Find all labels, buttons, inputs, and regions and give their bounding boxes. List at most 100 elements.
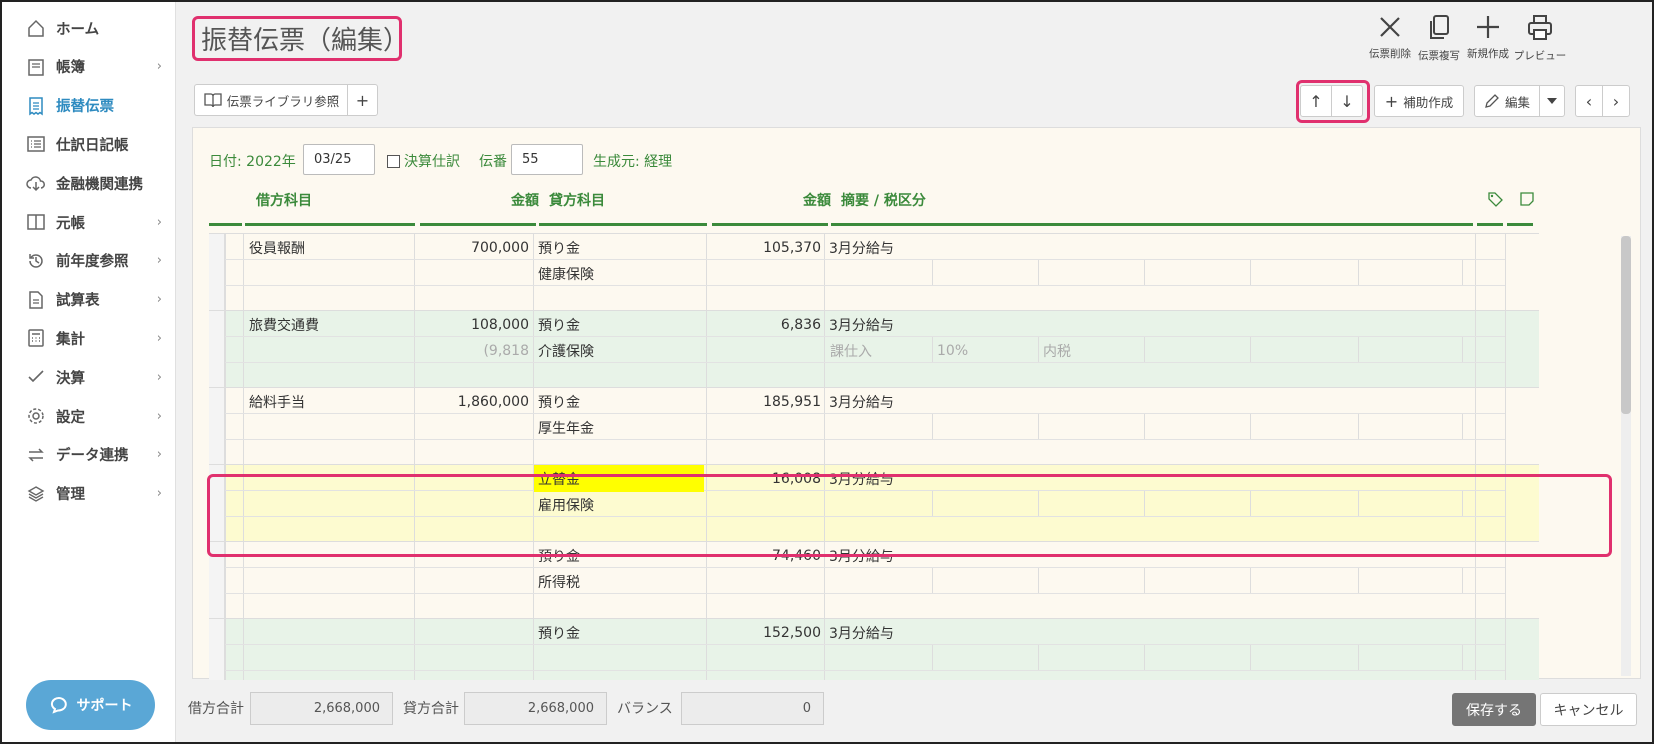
memo-cell[interactable]: 3月分給与 bbox=[825, 465, 1465, 492]
move-down-button[interactable]: ↓ bbox=[1331, 85, 1363, 117]
sidebar-item-0[interactable]: ホーム bbox=[2, 9, 176, 47]
row-handle[interactable] bbox=[209, 311, 225, 388]
sidebar-item-9[interactable]: 決算 › bbox=[2, 358, 176, 396]
checkbox-icon[interactable] bbox=[387, 154, 400, 168]
memo-cell[interactable]: 3月分給与 bbox=[825, 311, 1465, 338]
tax-rate-cell[interactable] bbox=[933, 568, 1037, 595]
tax-rate-cell[interactable] bbox=[933, 260, 1037, 287]
preview-button[interactable]: プレビュー bbox=[1511, 14, 1569, 63]
row-handle[interactable] bbox=[209, 234, 225, 311]
row-handle[interactable] bbox=[209, 465, 225, 542]
debit-account-cell[interactable] bbox=[245, 619, 413, 646]
sidebar-item-1[interactable]: 帳簿 › bbox=[2, 48, 176, 86]
memo-cell[interactable]: 3月分給与 bbox=[825, 234, 1465, 261]
sidebar-item-11[interactable]: データ連携 › bbox=[2, 436, 176, 474]
debit-account-cell[interactable] bbox=[245, 542, 413, 569]
credit-account-cell[interactable]: 預り金 bbox=[534, 311, 704, 338]
tax-category-cell[interactable] bbox=[826, 414, 930, 441]
credit-sub-account-cell[interactable] bbox=[534, 645, 704, 672]
edit-dropdown-button[interactable] bbox=[1539, 85, 1565, 117]
row-handle[interactable] bbox=[209, 619, 225, 680]
voucher-library-button[interactable]: 伝票ライブラリ参照 bbox=[194, 84, 348, 116]
save-button[interactable]: 保存する bbox=[1452, 693, 1536, 726]
move-up-button[interactable]: ↑ bbox=[1300, 85, 1332, 117]
credit-sub-account-cell[interactable]: 健康保険 bbox=[534, 260, 704, 287]
debit-amount-cell[interactable] bbox=[415, 619, 533, 646]
credit-sub-account-cell[interactable]: 介護保険 bbox=[534, 337, 704, 364]
sidebar-item-12[interactable]: 管理 › bbox=[2, 475, 176, 513]
tax-inclusion-cell[interactable] bbox=[1039, 414, 1143, 441]
tax-rate-cell[interactable]: 10% bbox=[933, 337, 1037, 364]
credit-account-cell[interactable]: 立替金 bbox=[534, 465, 704, 492]
journal-entry[interactable]: 預り金 152,500 3月分給与 bbox=[209, 618, 1539, 680]
journal-entry[interactable]: 給料手当 1,860,000 預り金 185,951 3月分給与厚生年金 bbox=[209, 387, 1539, 465]
date-input[interactable]: 03/25 bbox=[303, 144, 375, 175]
scrollbar-thumb[interactable] bbox=[1621, 236, 1631, 414]
tax-category-cell[interactable] bbox=[826, 645, 930, 672]
tax-rate-cell[interactable] bbox=[933, 645, 1037, 672]
tax-category-cell[interactable] bbox=[826, 260, 930, 287]
tax-category-cell[interactable] bbox=[826, 491, 930, 518]
sidebar-item-7[interactable]: 試算表 › bbox=[2, 281, 176, 319]
tag-icon[interactable] bbox=[1487, 191, 1503, 207]
debit-amount-cell[interactable] bbox=[415, 542, 533, 569]
library-add-button[interactable]: + bbox=[347, 84, 378, 116]
credit-account-cell[interactable]: 預り金 bbox=[534, 542, 704, 569]
tax-inclusion-cell[interactable] bbox=[1039, 568, 1143, 595]
credit-amount-cell[interactable]: 74,460 bbox=[707, 542, 825, 569]
sidebar-item-2[interactable]: 振替伝票 bbox=[2, 87, 176, 125]
debit-account-cell[interactable] bbox=[245, 465, 413, 492]
tax-rate-cell[interactable] bbox=[933, 491, 1037, 518]
voucher-number-input[interactable]: 55 bbox=[511, 144, 583, 175]
tax-inclusion-cell[interactable] bbox=[1039, 260, 1143, 287]
debit-account-cell[interactable]: 役員報酬 bbox=[245, 234, 413, 261]
scrollbar[interactable] bbox=[1621, 236, 1631, 676]
sidebar-item-10[interactable]: 設定 › bbox=[2, 397, 176, 435]
credit-amount-cell[interactable]: 6,836 bbox=[707, 311, 825, 338]
sidebar-item-8[interactable]: 集計 › bbox=[2, 319, 176, 357]
tax-inclusion-cell[interactable]: 内税 bbox=[1039, 337, 1143, 364]
journal-entry[interactable]: 旅費交通費 108,000 預り金 6,836 3月分給与 (9,818 介護保険 課仕入 10… bbox=[209, 310, 1539, 388]
credit-amount-cell[interactable]: 185,951 bbox=[707, 388, 825, 415]
credit-amount-cell[interactable]: 105,370 bbox=[707, 234, 825, 261]
memo-cell[interactable]: 3月分給与 bbox=[825, 542, 1465, 569]
prev-voucher-button[interactable]: ‹ bbox=[1575, 85, 1603, 117]
journal-entry[interactable]: 預り金 74,460 3月分給与所得税 bbox=[209, 541, 1539, 619]
credit-sub-account-cell[interactable]: 厚生年金 bbox=[534, 414, 704, 441]
tax-rate-cell[interactable] bbox=[933, 414, 1037, 441]
row-handle[interactable] bbox=[209, 542, 225, 619]
next-voucher-button[interactable]: › bbox=[1602, 85, 1630, 117]
debit-amount-cell[interactable]: 1,860,000 bbox=[415, 388, 533, 415]
cancel-button[interactable]: キャンセル bbox=[1540, 693, 1637, 726]
support-button[interactable]: サポート bbox=[26, 680, 155, 730]
aux-create-button[interactable]: + 補助作成 bbox=[1374, 85, 1464, 117]
credit-account-cell[interactable]: 預り金 bbox=[534, 619, 704, 646]
journal-entry[interactable]: 役員報酬 700,000 預り金 105,370 3月分給与健康保険 bbox=[209, 233, 1539, 311]
sidebar-item-4[interactable]: 金融機関連携 bbox=[2, 164, 176, 202]
debit-account-cell[interactable]: 旅費交通費 bbox=[245, 311, 413, 338]
edit-button[interactable]: 編集 bbox=[1474, 85, 1540, 117]
settlement-checkbox[interactable]: 決算仕訳 bbox=[387, 151, 460, 171]
note-icon[interactable] bbox=[1519, 191, 1535, 207]
sidebar-item-6[interactable]: 前年度参照 › bbox=[2, 242, 176, 280]
debit-amount-cell[interactable] bbox=[415, 465, 533, 492]
sidebar-item-3[interactable]: 仕訳日記帳 bbox=[2, 125, 176, 163]
debit-account-cell[interactable]: 給料手当 bbox=[245, 388, 413, 415]
tax-inclusion-cell[interactable] bbox=[1039, 491, 1143, 518]
tax-category-cell[interactable]: 課仕入 bbox=[826, 337, 930, 364]
debit-amount-cell[interactable]: 108,000 bbox=[415, 311, 533, 338]
credit-sub-account-cell[interactable]: 所得税 bbox=[534, 568, 704, 595]
tax-inclusion-cell[interactable] bbox=[1039, 645, 1143, 672]
sidebar-item-5[interactable]: 元帳 › bbox=[2, 203, 176, 241]
memo-cell[interactable]: 3月分給与 bbox=[825, 619, 1465, 646]
credit-account-cell[interactable]: 預り金 bbox=[534, 388, 704, 415]
credit-amount-cell[interactable]: 152,500 bbox=[707, 619, 825, 646]
credit-amount-cell[interactable]: 16,008 bbox=[707, 465, 825, 492]
new-voucher-button[interactable]: 新規作成 bbox=[1459, 14, 1517, 61]
debit-amount-cell[interactable]: 700,000 bbox=[415, 234, 533, 261]
journal-entry[interactable]: 立替金 16,008 3月分給与雇用保険 bbox=[209, 464, 1539, 542]
memo-cell[interactable]: 3月分給与 bbox=[825, 388, 1465, 415]
row-handle[interactable] bbox=[209, 388, 225, 465]
credit-sub-account-cell[interactable]: 雇用保険 bbox=[534, 491, 704, 518]
credit-account-cell[interactable]: 預り金 bbox=[534, 234, 704, 261]
